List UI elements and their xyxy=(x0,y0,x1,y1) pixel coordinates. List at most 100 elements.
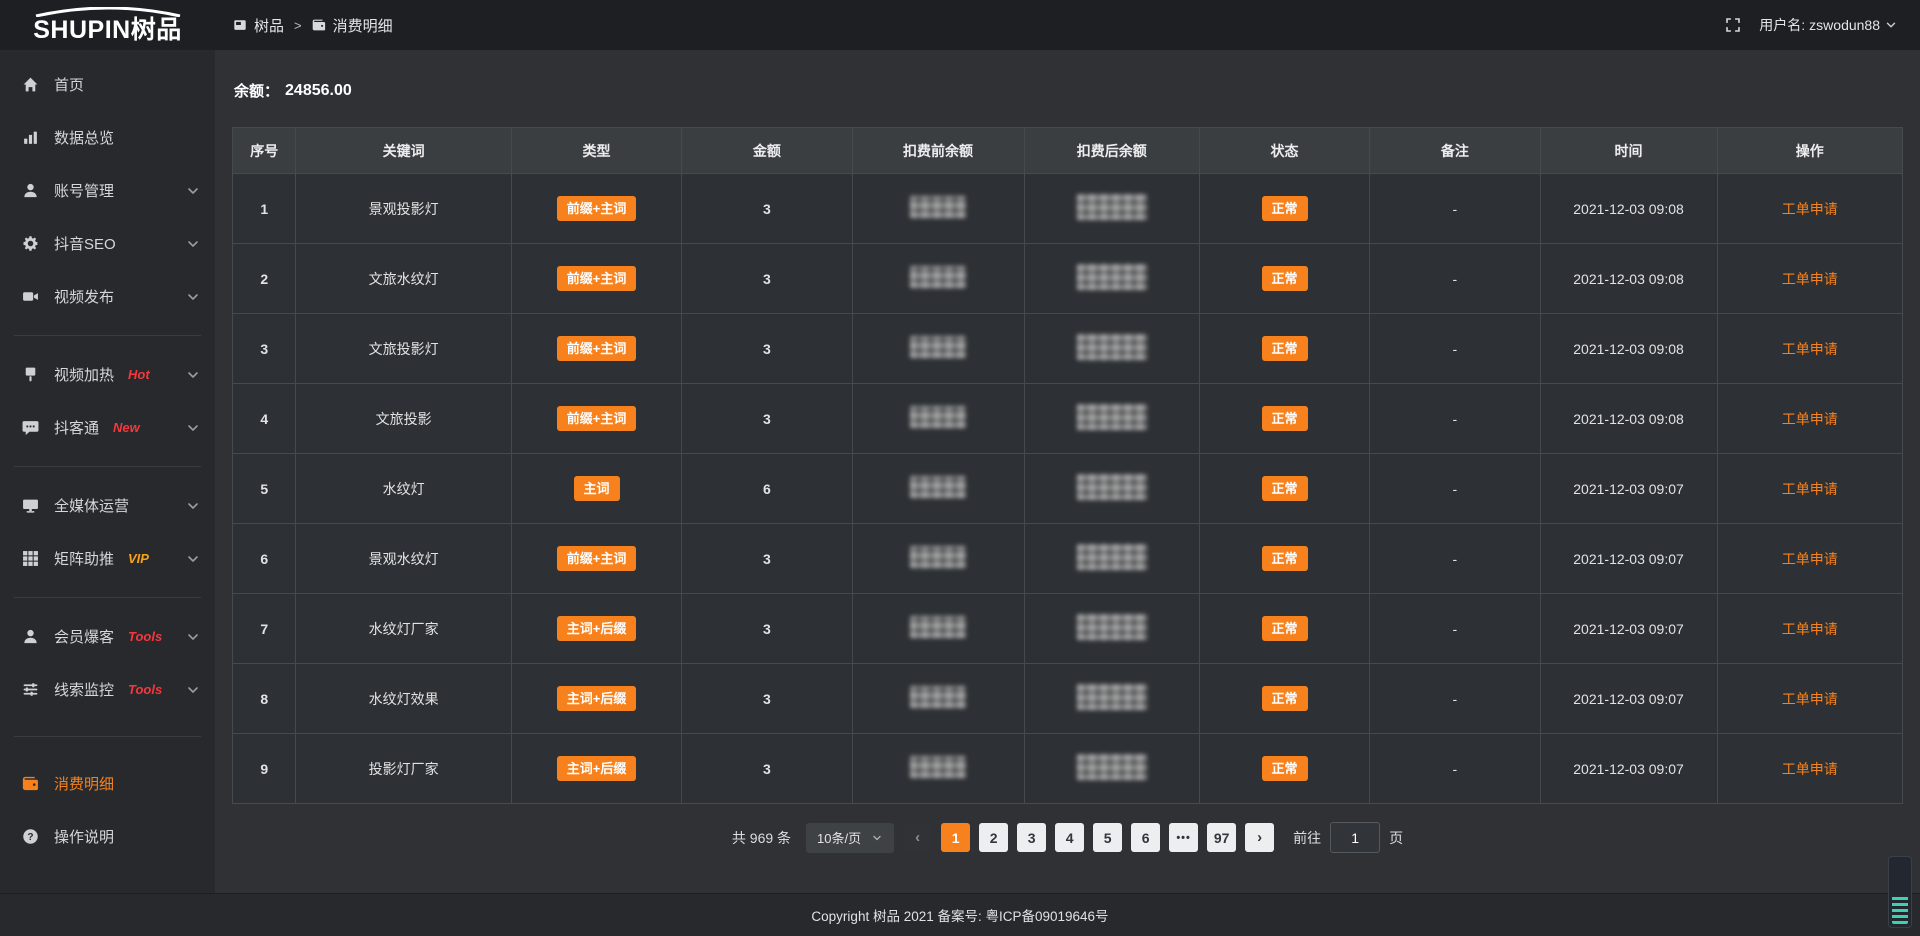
next-page-button[interactable]: › xyxy=(1245,823,1274,852)
sidebar-item-home[interactable]: 首页 xyxy=(0,58,215,111)
cell-balance-after xyxy=(1024,454,1199,524)
cell-index: 1 xyxy=(233,174,296,244)
page-button-3[interactable]: 3 xyxy=(1017,823,1046,852)
sidebar-divider xyxy=(14,597,201,598)
sidebar-item-label: 视频发布 xyxy=(54,286,114,307)
cell-keyword: 文旅投影 xyxy=(296,384,511,454)
balance-label: 余额： xyxy=(234,80,279,101)
cell-time: 2021-12-03 09:08 xyxy=(1540,244,1717,314)
cell-time: 2021-12-03 09:07 xyxy=(1540,454,1717,524)
type-badge: 前缀+主词 xyxy=(557,196,637,221)
sidebar-item-label: 会员爆客 xyxy=(54,626,114,647)
page-button-6[interactable]: 6 xyxy=(1131,823,1160,852)
column-header: 时间 xyxy=(1540,128,1717,174)
cell-balance-before xyxy=(852,594,1024,664)
cell-status: 正常 xyxy=(1199,384,1369,454)
table-body: 1景观投影灯前缀+主词3正常-2021-12-03 09:08工单申请2文旅水纹… xyxy=(233,174,1903,804)
sidebar-item-member-burst[interactable]: 会员爆客Tools xyxy=(0,610,215,663)
work-order-link[interactable]: 工单申请 xyxy=(1782,481,1838,497)
prev-page-button[interactable]: ‹ xyxy=(903,823,932,852)
page-button-1[interactable]: 1 xyxy=(941,823,970,852)
redacted-value xyxy=(910,196,966,218)
content: 余额： 24856.00 序号关键词类型金额扣费前余额扣费后余额状态备注时间操作… xyxy=(215,50,1920,893)
column-header: 状态 xyxy=(1199,128,1369,174)
sidebar-item-tag: New xyxy=(113,420,140,435)
cell-type: 前缀+主词 xyxy=(511,174,681,244)
user-menu[interactable]: 用户名: zswodun88 xyxy=(1759,15,1898,35)
cell-balance-after xyxy=(1024,384,1199,454)
sidebar-item-label: 消费明细 xyxy=(54,773,114,794)
cell-status: 正常 xyxy=(1199,734,1369,804)
sidebar-item-account-management[interactable]: 账号管理 xyxy=(0,164,215,217)
cell-balance-after xyxy=(1024,244,1199,314)
cell-type: 主词+后缀 xyxy=(511,734,681,804)
copyright-text: Copyright 树品 2021 备案号: 粤ICP备09019646号 xyxy=(811,905,1108,925)
wallet-icon xyxy=(22,775,39,792)
sidebar-item-video-heat[interactable]: 视频加热Hot xyxy=(0,348,215,401)
balance: 余额： 24856.00 xyxy=(234,80,1901,101)
page-button-4[interactable]: 4 xyxy=(1055,823,1084,852)
sidebar-divider xyxy=(14,335,201,336)
topbar: 树品 > 消费明细 xyxy=(215,0,1920,50)
cell-balance-before xyxy=(852,244,1024,314)
work-order-link[interactable]: 工单申请 xyxy=(1782,551,1838,567)
page-button-2[interactable]: 2 xyxy=(979,823,1008,852)
sidebar-item-data-overview[interactable]: 数据总览 xyxy=(0,111,215,164)
cell-index: 9 xyxy=(233,734,296,804)
status-badge: 正常 xyxy=(1262,616,1308,641)
chevron-down-icon xyxy=(185,420,201,436)
page-ellipsis-button[interactable]: ••• xyxy=(1169,823,1198,852)
work-order-link[interactable]: 工单申请 xyxy=(1782,761,1838,777)
chevron-down-icon xyxy=(185,551,201,567)
breadcrumb-item-current[interactable]: 消费明细 xyxy=(312,15,393,36)
fullscreen-icon[interactable] xyxy=(1725,17,1741,33)
cell-balance-after xyxy=(1024,664,1199,734)
breadcrumb-label: 消费明细 xyxy=(333,15,393,36)
sidebar-item-tag: VIP xyxy=(128,551,149,566)
sidebar-item-matrix-boost[interactable]: 矩阵助推VIP xyxy=(0,532,215,585)
cell-balance-after xyxy=(1024,524,1199,594)
chevron-down-icon xyxy=(185,236,201,252)
page-button-5[interactable]: 5 xyxy=(1093,823,1122,852)
page-size-select[interactable]: 10条/页 xyxy=(806,823,894,853)
work-order-link[interactable]: 工单申请 xyxy=(1782,341,1838,357)
redacted-value xyxy=(1077,404,1147,430)
cell-remark: - xyxy=(1370,244,1540,314)
sidebar-divider xyxy=(14,466,201,467)
work-order-link[interactable]: 工单申请 xyxy=(1782,271,1838,287)
sidebar-item-douyin-seo[interactable]: 抖音SEO xyxy=(0,217,215,270)
chevron-down-icon xyxy=(185,289,201,305)
page-button-97[interactable]: 97 xyxy=(1207,823,1236,852)
goto-page-input[interactable] xyxy=(1330,822,1380,853)
redacted-value xyxy=(910,756,966,778)
sidebar-item-label: 抖客通 xyxy=(54,417,99,438)
sidebar-item-media-operation[interactable]: 全媒体运营 xyxy=(0,479,215,532)
page-size-value: 10条/页 xyxy=(817,828,861,847)
sidebar-item-label: 账号管理 xyxy=(54,180,114,201)
logo[interactable]: SHUPIN树品 xyxy=(0,0,215,50)
sidebar-item-label: 全媒体运营 xyxy=(54,495,129,516)
cell-balance-before xyxy=(852,664,1024,734)
redacted-value xyxy=(1077,684,1147,710)
sidebar-item-clue-monitor[interactable]: 线索监控Tools xyxy=(0,663,215,716)
breadcrumb-separator: > xyxy=(294,18,302,33)
sidebar-item-consumption-detail[interactable]: 消费明细 xyxy=(0,757,215,810)
breadcrumb-item-home[interactable]: 树品 xyxy=(233,15,284,36)
redacted-value xyxy=(1077,614,1147,640)
table-row: 3文旅投影灯前缀+主词3正常-2021-12-03 09:08工单申请 xyxy=(233,314,1903,384)
wallet-icon xyxy=(312,18,326,32)
type-badge: 前缀+主词 xyxy=(557,266,637,291)
work-order-link[interactable]: 工单申请 xyxy=(1782,201,1838,217)
cell-remark: - xyxy=(1370,734,1540,804)
work-order-link[interactable]: 工单申请 xyxy=(1782,621,1838,637)
floating-widget[interactable] xyxy=(1888,856,1912,928)
work-order-link[interactable]: 工单申请 xyxy=(1782,691,1838,707)
status-badge: 正常 xyxy=(1262,266,1308,291)
sidebar-item-douketong[interactable]: 抖客通 New xyxy=(0,401,215,454)
floating-widget-stripes xyxy=(1892,896,1908,924)
cell-status: 正常 xyxy=(1199,174,1369,244)
sidebar-item-video-publish[interactable]: 视频发布 xyxy=(0,270,215,323)
sidebar-item-operation-guide[interactable]: ?操作说明 xyxy=(0,810,215,863)
work-order-link[interactable]: 工单申请 xyxy=(1782,411,1838,427)
chart-icon xyxy=(22,129,39,146)
